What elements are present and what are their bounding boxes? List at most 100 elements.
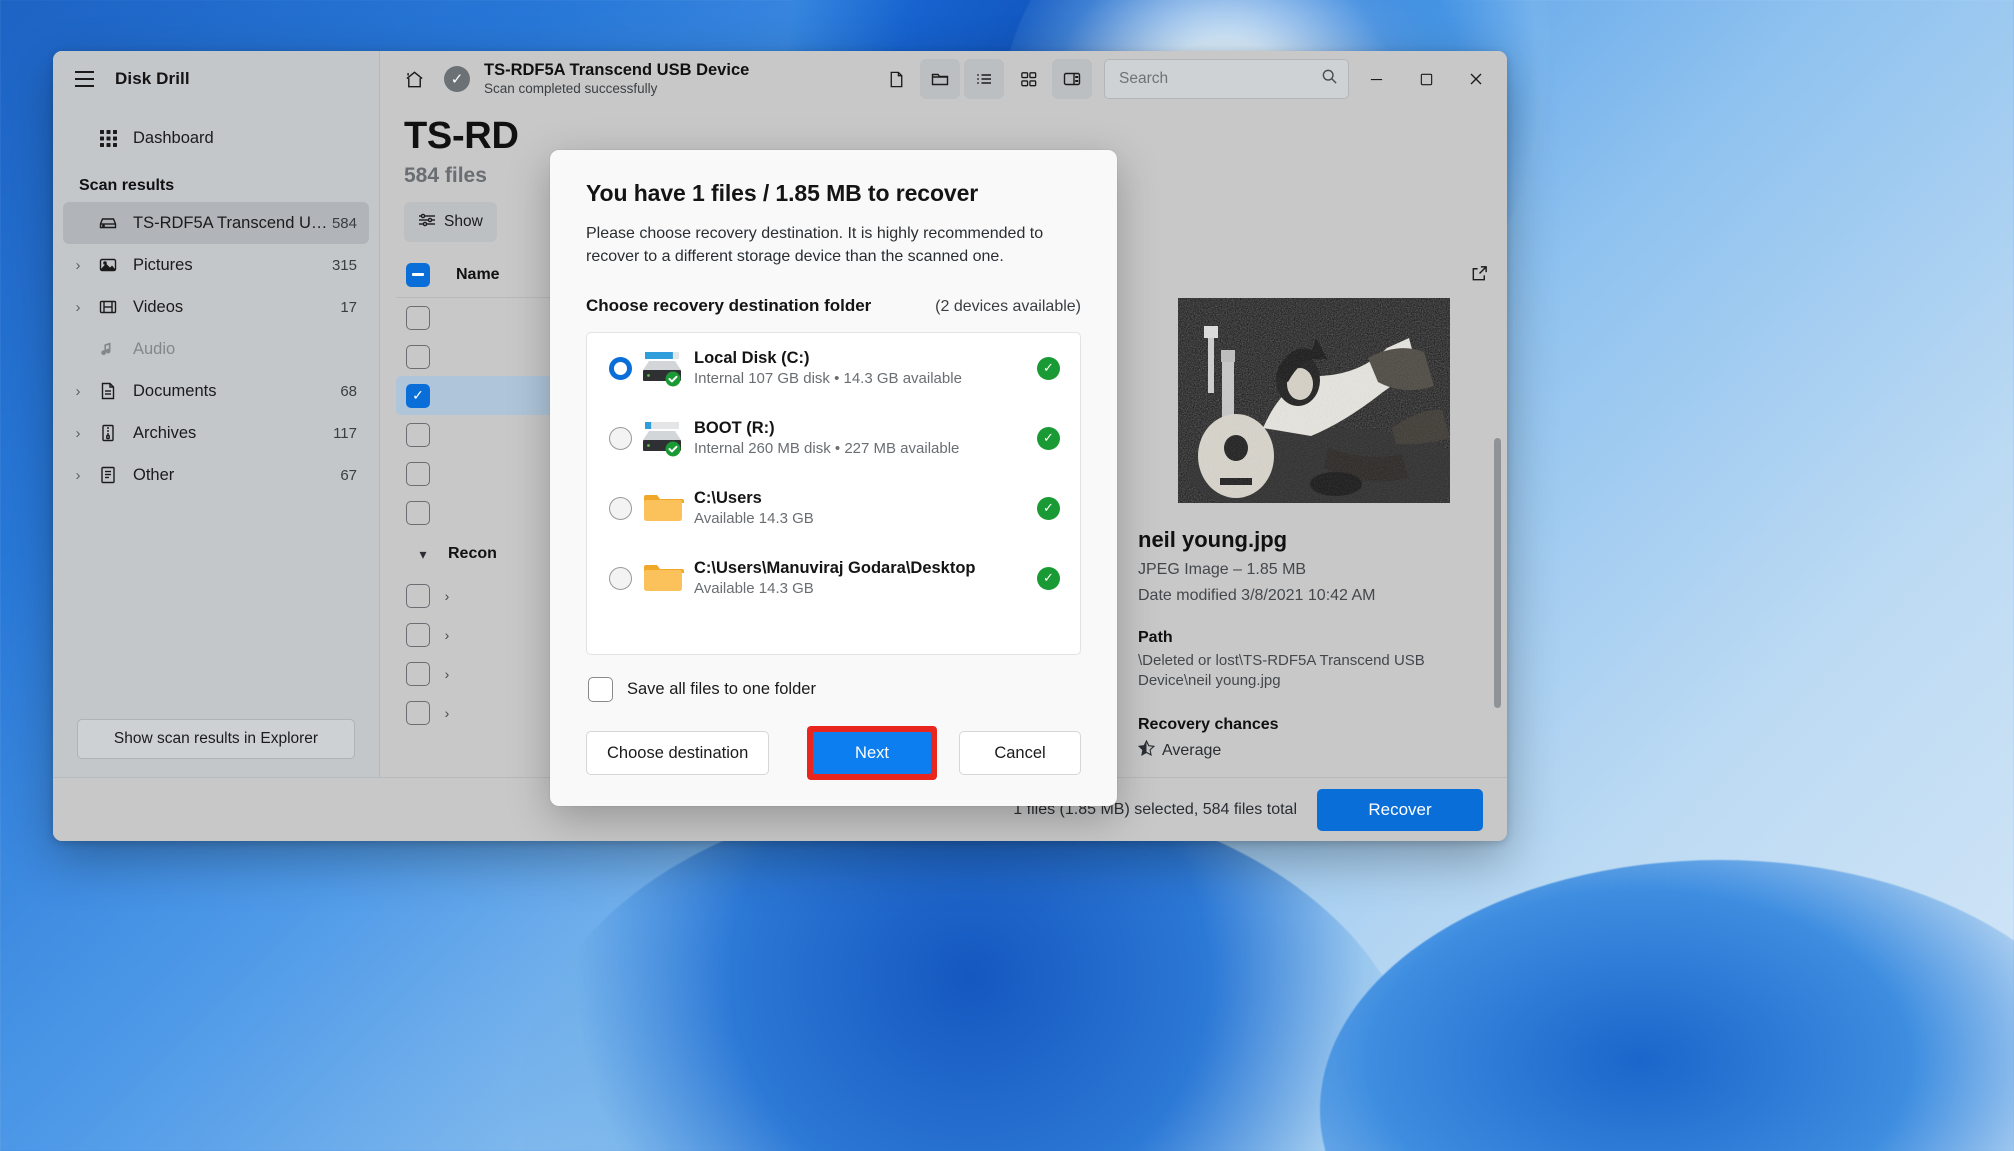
main-header: ✓ TS-RDF5A Transcend USB Device Scan com… (380, 51, 1507, 107)
destination-name: BOOT (R:) (694, 418, 775, 437)
sidebar-item-videos[interactable]: › Videos 17 (63, 286, 369, 328)
dialog-buttons: Choose destination Next Cancel (586, 702, 1081, 806)
chevron-right-icon[interactable]: › (63, 384, 93, 399)
destination-sub: Internal 260 MB disk • 227 MB available (694, 440, 960, 458)
chevron-down-icon[interactable]: ▾ (406, 546, 440, 563)
row-checkbox[interactable] (406, 461, 430, 486)
recovery-destination-dialog: You have 1 files / 1.85 MB to recover Pl… (550, 150, 1117, 806)
destination-radio[interactable] (609, 426, 632, 450)
close-button[interactable] (1453, 57, 1499, 101)
video-icon (93, 297, 123, 317)
destination-name: C:\Users\Manuviraj Godara\Desktop (694, 558, 976, 577)
search-input[interactable] (1119, 70, 1321, 88)
disk-icon (93, 213, 123, 233)
sidebar: Disk Drill Dashboard Scan results TS-RDF… (53, 51, 380, 777)
destination-radio[interactable] (609, 566, 632, 590)
save-all-files-checkbox[interactable] (588, 677, 613, 702)
row-checkbox[interactable] (406, 700, 430, 725)
sidebar-item-label: Pictures (133, 255, 193, 274)
cancel-button[interactable]: Cancel (959, 731, 1081, 775)
search-box[interactable] (1104, 59, 1349, 99)
row-checkbox[interactable] (406, 583, 430, 608)
preview-chances-heading: Recovery chances (1138, 715, 1279, 733)
sidebar-footer: Show scan results in Explorer (53, 705, 379, 777)
sidebar-item-label: Audio (133, 339, 176, 358)
sidebar-item-dashboard[interactable]: Dashboard (63, 117, 369, 159)
sidebar-item-pictures[interactable]: › Pictures 315 (63, 244, 369, 286)
destination-sub: Available 14.3 GB (694, 580, 814, 598)
row-checkbox[interactable] (406, 305, 430, 330)
picture-icon (93, 255, 123, 275)
row-checkbox[interactable] (406, 661, 430, 686)
sidebar-item-label: Videos (133, 297, 184, 316)
destination-item[interactable]: Local Disk (C:) Internal 107 GB disk • 14… (587, 333, 1080, 403)
show-scan-results-in-explorer-button[interactable]: Show scan results in Explorer (77, 719, 355, 759)
disk-drill-window: Disk Drill Dashboard Scan results TS-RDF… (53, 51, 1507, 841)
list-view-icon[interactable] (964, 59, 1004, 99)
archive-icon (93, 423, 123, 443)
header-titles: TS-RDF5A Transcend USB Device Scan compl… (484, 61, 870, 96)
sidebar-item-archives[interactable]: › Archives 117 (63, 412, 369, 454)
destination-radio[interactable] (609, 496, 632, 520)
row-checkbox[interactable] (406, 622, 430, 647)
preview-file-name: neil young.jpg (1138, 527, 1288, 552)
folder-icon (632, 491, 694, 525)
preview-path-heading: Path (1138, 629, 1173, 646)
chevron-right-icon[interactable]: › (63, 258, 93, 273)
destination-radio[interactable] (609, 356, 632, 380)
destination-name: C:\Users (694, 488, 762, 507)
preview-panel: neil young.jpg JPEG Image – 1.85 MB Date… (1115, 252, 1507, 777)
destination-item[interactable]: C:\Users Available 14.3 GB ✓ (587, 473, 1080, 543)
drive-icon (632, 418, 694, 458)
choose-destination-button[interactable]: Choose destination (586, 731, 770, 775)
maximize-button[interactable] (1403, 57, 1449, 101)
file-icon[interactable] (876, 59, 916, 99)
destination-item[interactable]: C:\Users\Manuviraj Godara\Desktop Availab… (587, 543, 1080, 613)
destination-sub: Internal 107 GB disk • 14.3 GB available (694, 370, 962, 388)
save-all-row[interactable]: Save all files to one folder (586, 655, 1081, 702)
chevron-right-icon[interactable]: › (430, 666, 464, 682)
row-checkbox[interactable]: ✓ (406, 383, 430, 408)
grid-view-icon[interactable] (1008, 59, 1048, 99)
destination-name: Local Disk (C:) (694, 348, 810, 367)
sidebar-item-audio[interactable]: Audio (63, 328, 369, 370)
scan-success-icon: ✓ (444, 66, 470, 92)
chevron-right-icon[interactable]: › (430, 705, 464, 721)
row-checkbox[interactable] (406, 422, 430, 447)
sidebar-item-count: 17 (340, 298, 357, 316)
preview-thumbnail (1177, 298, 1450, 503)
sidebar-item-other[interactable]: › Other 67 (63, 454, 369, 496)
recover-button[interactable]: Recover (1317, 788, 1483, 831)
chevron-right-icon[interactable]: › (430, 588, 464, 604)
open-external-icon[interactable] (1470, 264, 1489, 288)
select-all-checkbox[interactable] (406, 262, 430, 287)
home-icon[interactable] (394, 59, 434, 99)
split-pane-icon[interactable] (1052, 59, 1092, 99)
sidebar-section-heading: Scan results (79, 177, 175, 194)
sidebar-item-ts-rdf5a-transcend-us[interactable]: TS-RDF5A Transcend US... 584 (63, 202, 369, 244)
preview-path-value: \Deleted or lost\TS-RDF5A Transcend USB … (1138, 652, 1425, 690)
show-filter-button[interactable]: Show (404, 202, 497, 242)
search-icon[interactable] (1321, 68, 1338, 90)
hamburger-menu-icon[interactable] (67, 62, 101, 96)
chevron-right-icon[interactable]: › (430, 627, 464, 643)
dialog-section-row: Choose recovery destination folder (2 de… (586, 296, 1081, 316)
audio-icon (93, 339, 123, 359)
destination-ok-icon: ✓ (1037, 356, 1060, 380)
sidebar-item-documents[interactable]: › Documents 68 (63, 370, 369, 412)
sidebar-item-label: Documents (133, 381, 217, 400)
destination-item[interactable]: BOOT (R:) Internal 260 MB disk • 227 MB a… (587, 403, 1080, 473)
chevron-right-icon[interactable]: › (63, 468, 93, 483)
devices-available-label: (2 devices available) (935, 298, 1081, 316)
row-checkbox[interactable] (406, 344, 430, 369)
chevron-right-icon[interactable]: › (63, 300, 93, 315)
wallpaper-bloom (520, 790, 1420, 1151)
row-checkbox[interactable] (406, 500, 430, 525)
preview-scrollbar[interactable] (1494, 438, 1501, 708)
minimize-button[interactable] (1353, 57, 1399, 101)
preview-file-meta: JPEG Image – 1.85 MB (1138, 561, 1307, 578)
folder-icon[interactable] (920, 59, 960, 99)
chevron-right-icon[interactable]: › (63, 426, 93, 441)
destination-list: Local Disk (C:) Internal 107 GB disk • 14… (586, 332, 1081, 655)
next-button[interactable]: Next (813, 732, 931, 774)
